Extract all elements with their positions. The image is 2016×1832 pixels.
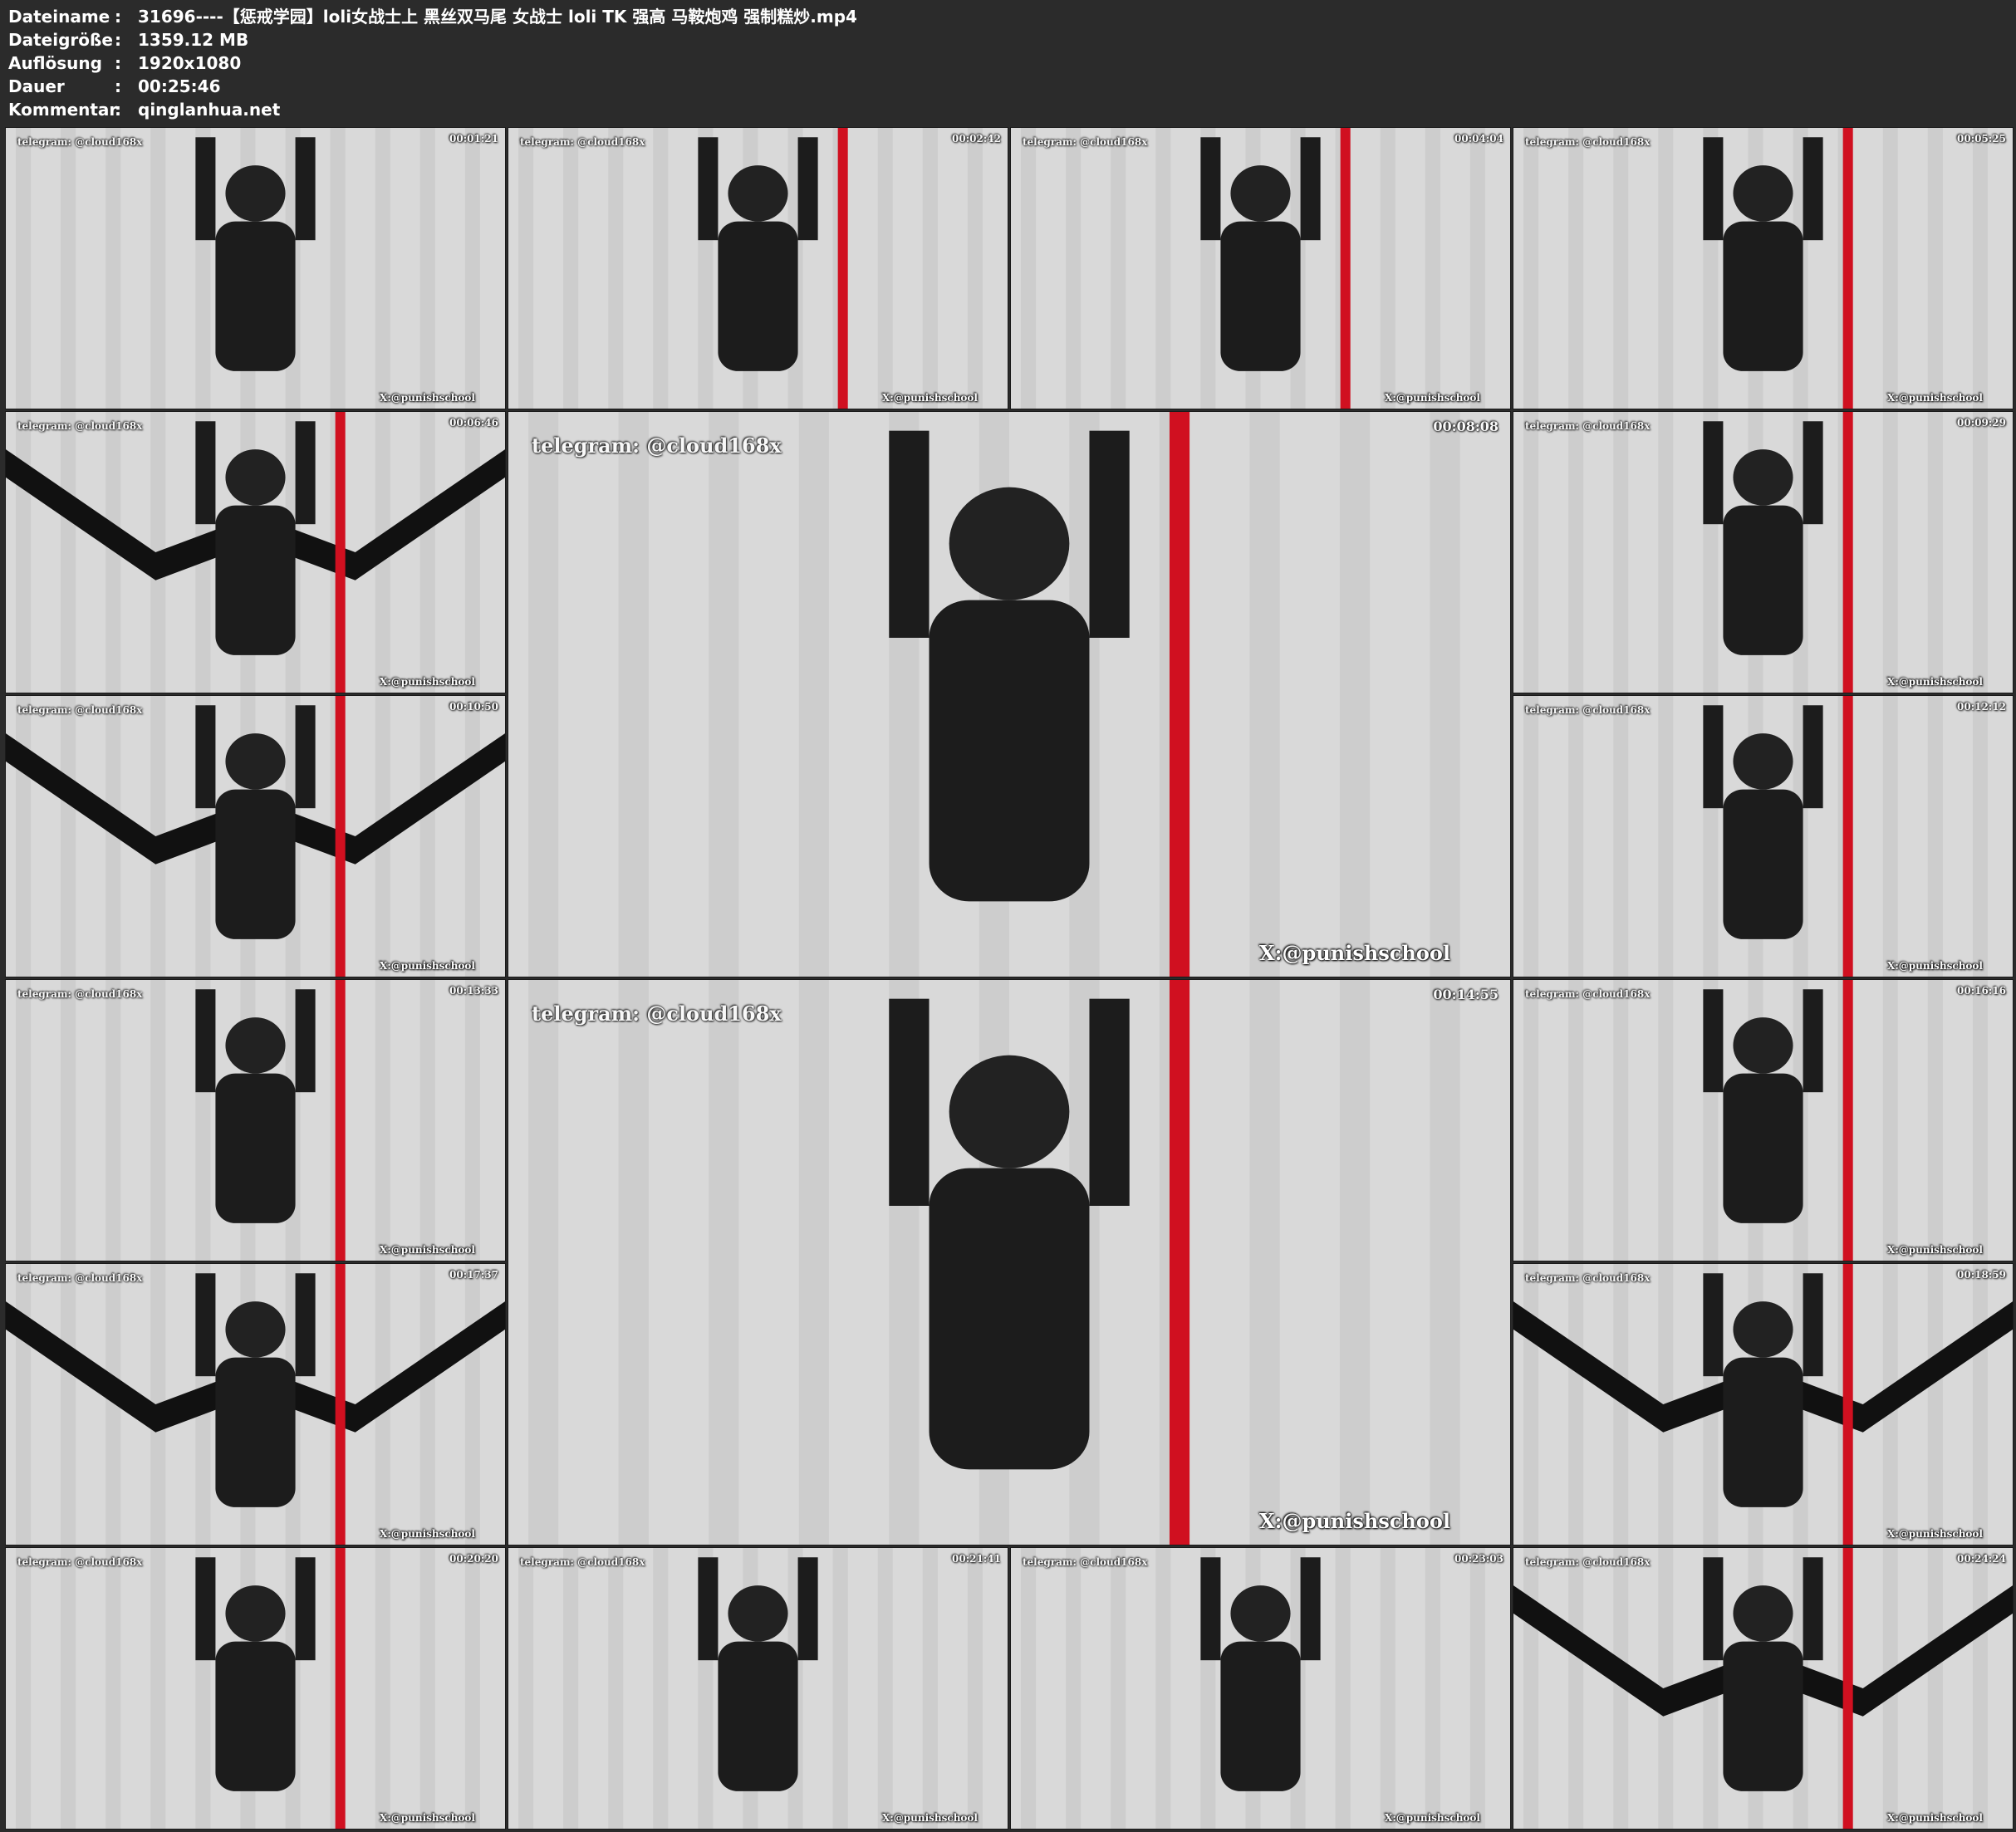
x-watermark: X:@punishschool: [1887, 676, 1983, 688]
telegram-watermark: telegram: @cloud168x: [1525, 988, 1651, 1000]
thumbnail-scene: [1513, 128, 2013, 409]
telegram-watermark: telegram: @cloud168x: [17, 1556, 143, 1568]
x-watermark: X:@punishschool: [1259, 1509, 1450, 1533]
thumbnail-timestamp: 00:21:41: [952, 1553, 1001, 1565]
thumbnail-timestamp: 00:02:42: [952, 133, 1001, 145]
x-watermark: X:@punishschool: [380, 392, 475, 404]
thumbnail[interactable]: telegram: @cloud168x 00:10:50 X:@punishsch…: [5, 695, 506, 977]
thumbnail[interactable]: telegram: @cloud168x 00:12:12 X:@punishsch…: [1513, 695, 2014, 977]
thumbnail-scene: [6, 1548, 505, 1829]
thumbnail-timestamp: 00:04:04: [1454, 133, 1503, 145]
thumbnail-scene: [508, 128, 1008, 409]
x-watermark: X:@punishschool: [1887, 392, 1983, 404]
thumbnail-timestamp: 00:13:33: [449, 985, 498, 997]
telegram-watermark: telegram: @cloud168x: [1023, 136, 1148, 148]
thumbnail-timestamp: 00:24:24: [1957, 1553, 2006, 1565]
telegram-watermark: telegram: @cloud168x: [17, 704, 143, 716]
thumbnail-timestamp: 00:18:59: [1957, 1269, 2006, 1281]
thumbnail-scene: [6, 412, 505, 693]
telegram-watermark: telegram: @cloud168x: [1525, 136, 1651, 148]
thumbnail-scene: [1513, 412, 2013, 693]
thumbnail-timestamp: 00:06:46: [449, 417, 498, 429]
thumbnail-timestamp: 00:05:25: [1957, 133, 2006, 145]
thumbnail[interactable]: telegram: @cloud168x 00:08:08 X:@punishsch…: [508, 411, 1511, 977]
x-watermark: X:@punishschool: [380, 1244, 475, 1256]
telegram-watermark: telegram: @cloud168x: [1525, 420, 1651, 432]
thumbnail[interactable]: telegram: @cloud168x 00:21:41 X:@punishsch…: [508, 1547, 1008, 1830]
x-watermark: X:@punishschool: [1887, 1244, 1983, 1256]
thumbnail[interactable]: telegram: @cloud168x 00:02:42 X:@punishsch…: [508, 127, 1008, 409]
thumbnail[interactable]: telegram: @cloud168x 00:14:55 X:@punishsch…: [508, 979, 1511, 1545]
telegram-watermark: telegram: @cloud168x: [532, 434, 782, 458]
thumbnail-grid: telegram: @cloud168x 00:01:21 X:@punishsch…: [0, 0, 2016, 1832]
thumbnail-scene: [508, 412, 1510, 977]
thumbnail-timestamp: 00:09:29: [1957, 417, 2006, 429]
thumbnail-scene: [1513, 980, 2013, 1261]
thumbnail-timestamp: 00:23:03: [1454, 1553, 1503, 1565]
x-watermark: X:@punishschool: [1887, 1812, 1983, 1824]
x-watermark: X:@punishschool: [882, 1812, 978, 1824]
thumbnail-timestamp: 00:08:08: [1433, 419, 1499, 434]
x-watermark: X:@punishschool: [1887, 1528, 1983, 1540]
thumbnail[interactable]: telegram: @cloud168x 00:18:59 X:@punishsch…: [1513, 1263, 2014, 1545]
thumbnail[interactable]: telegram: @cloud168x 00:01:21 X:@punishsch…: [5, 127, 506, 409]
telegram-watermark: telegram: @cloud168x: [1023, 1556, 1148, 1568]
x-watermark: X:@punishschool: [1887, 960, 1983, 972]
thumbnail[interactable]: telegram: @cloud168x 00:23:03 X:@punishsch…: [1010, 1547, 1511, 1830]
thumbnail-scene: [508, 1548, 1008, 1829]
thumbnail-scene: [1513, 1264, 2013, 1545]
thumbnail-timestamp: 00:12:12: [1957, 701, 2006, 713]
thumbnail[interactable]: telegram: @cloud168x 00:06:46 X:@punishsch…: [5, 411, 506, 693]
thumbnail[interactable]: telegram: @cloud168x 00:20:20 X:@punishsch…: [5, 1547, 506, 1830]
telegram-watermark: telegram: @cloud168x: [520, 1556, 645, 1568]
thumbnail-scene: [6, 696, 505, 977]
x-watermark: X:@punishschool: [1259, 941, 1450, 965]
thumbnail[interactable]: telegram: @cloud168x 00:09:29 X:@punishsch…: [1513, 411, 2014, 693]
telegram-watermark: telegram: @cloud168x: [520, 136, 645, 148]
thumbnail-scene: [6, 980, 505, 1261]
thumbnail[interactable]: telegram: @cloud168x 00:05:25 X:@punishsch…: [1513, 127, 2014, 409]
telegram-watermark: telegram: @cloud168x: [532, 1002, 782, 1026]
thumbnail-timestamp: 00:20:20: [449, 1553, 498, 1565]
thumbnail-timestamp: 00:10:50: [449, 701, 498, 713]
telegram-watermark: telegram: @cloud168x: [17, 988, 143, 1000]
thumbnail[interactable]: telegram: @cloud168x 00:16:16 X:@punishsch…: [1513, 979, 2014, 1261]
thumbnail[interactable]: telegram: @cloud168x 00:24:24 X:@punishsch…: [1513, 1547, 2014, 1830]
thumbnail-timestamp: 00:17:37: [449, 1269, 498, 1281]
thumbnail-scene: [508, 980, 1510, 1545]
thumbnail-timestamp: 00:01:21: [449, 133, 498, 145]
thumbnail-scene: [6, 1264, 505, 1545]
telegram-watermark: telegram: @cloud168x: [1525, 1556, 1651, 1568]
x-watermark: X:@punishschool: [380, 960, 475, 972]
thumbnail[interactable]: telegram: @cloud168x 00:13:33 X:@punishsch…: [5, 979, 506, 1261]
thumbnail[interactable]: telegram: @cloud168x 00:17:37 X:@punishsch…: [5, 1263, 506, 1545]
x-watermark: X:@punishschool: [380, 1528, 475, 1540]
telegram-watermark: telegram: @cloud168x: [17, 136, 143, 148]
x-watermark: X:@punishschool: [882, 392, 978, 404]
thumbnail-timestamp: 00:16:16: [1957, 985, 2006, 997]
x-watermark: X:@punishschool: [1385, 1812, 1480, 1824]
thumbnail-scene: [1011, 128, 1510, 409]
telegram-watermark: telegram: @cloud168x: [17, 1272, 143, 1284]
thumbnail-timestamp: 00:14:55: [1433, 987, 1499, 1002]
x-watermark: X:@punishschool: [380, 676, 475, 688]
x-watermark: X:@punishschool: [1385, 392, 1480, 404]
thumbnail-scene: [1513, 696, 2013, 977]
x-watermark: X:@punishschool: [380, 1812, 475, 1824]
telegram-watermark: telegram: @cloud168x: [1525, 1272, 1651, 1284]
telegram-watermark: telegram: @cloud168x: [1525, 704, 1651, 716]
thumbnail[interactable]: telegram: @cloud168x 00:04:04 X:@punishsch…: [1010, 127, 1511, 409]
thumbnail-scene: [6, 128, 505, 409]
thumbnail-scene: [1513, 1548, 2013, 1829]
telegram-watermark: telegram: @cloud168x: [17, 420, 143, 432]
thumbnail-scene: [1011, 1548, 1510, 1829]
